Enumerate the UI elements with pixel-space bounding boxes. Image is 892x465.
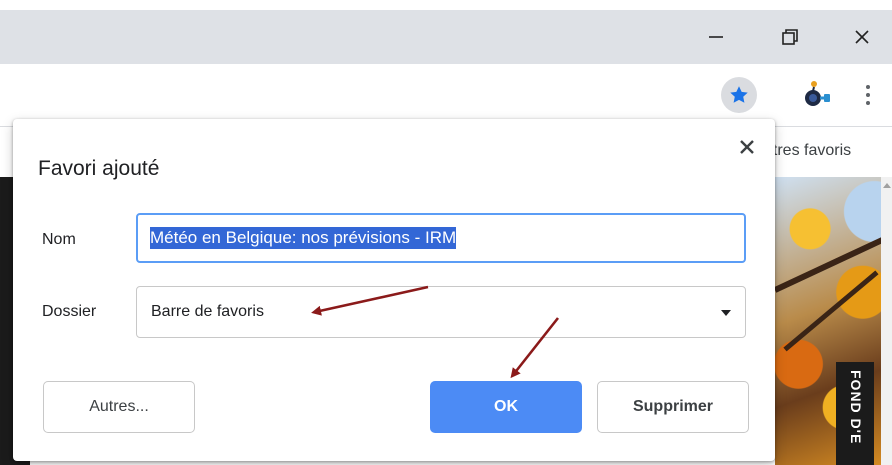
folder-select-value: Barre de favoris [151, 303, 264, 320]
minimize-button[interactable] [686, 10, 746, 64]
extension-button[interactable] [800, 78, 832, 110]
close-icon [740, 140, 754, 154]
extension-icon [805, 81, 830, 106]
page-content-image [775, 177, 892, 465]
side-label-text: FOND D'E [848, 370, 864, 445]
chevron-down-icon [721, 310, 731, 316]
scroll-up-icon[interactable] [883, 183, 891, 188]
folder-select[interactable]: Barre de favoris [136, 286, 746, 338]
bookmark-name-input[interactable]: Météo en Belgique: nos prévisions - IRM [136, 213, 746, 263]
window-close-button[interactable] [832, 10, 892, 64]
restore-icon [782, 29, 798, 45]
top-edge-strip [0, 0, 892, 10]
browser-toolbar [0, 64, 892, 127]
bookmark-name-value[interactable]: Météo en Belgique: nos prévisions - IRM [150, 227, 457, 249]
name-label: Nom [42, 231, 76, 248]
page-side-label: FOND D'E [836, 362, 874, 465]
browser-menu-button[interactable] [856, 78, 880, 112]
bookmark-star-button[interactable] [721, 77, 757, 113]
restore-button[interactable] [760, 10, 820, 64]
folder-label: Dossier [42, 303, 97, 320]
more-button[interactable]: Autres... [43, 381, 195, 433]
more-vert-icon [866, 85, 870, 89]
title-bar [0, 10, 892, 64]
dialog-close-button[interactable] [735, 135, 759, 159]
bookmark-added-dialog: Favori ajouté Nom Météo en Belgique: nos… [13, 119, 775, 461]
close-icon [855, 30, 869, 44]
ok-button[interactable]: OK [430, 381, 582, 433]
other-bookmarks-item[interactable]: utres favoris [764, 142, 851, 160]
dialog-title: Favori ajouté [38, 157, 160, 180]
remove-button[interactable]: Supprimer [597, 381, 749, 433]
star-icon [730, 86, 748, 103]
minimize-icon [709, 36, 723, 38]
page-scrollbar[interactable] [881, 177, 892, 465]
